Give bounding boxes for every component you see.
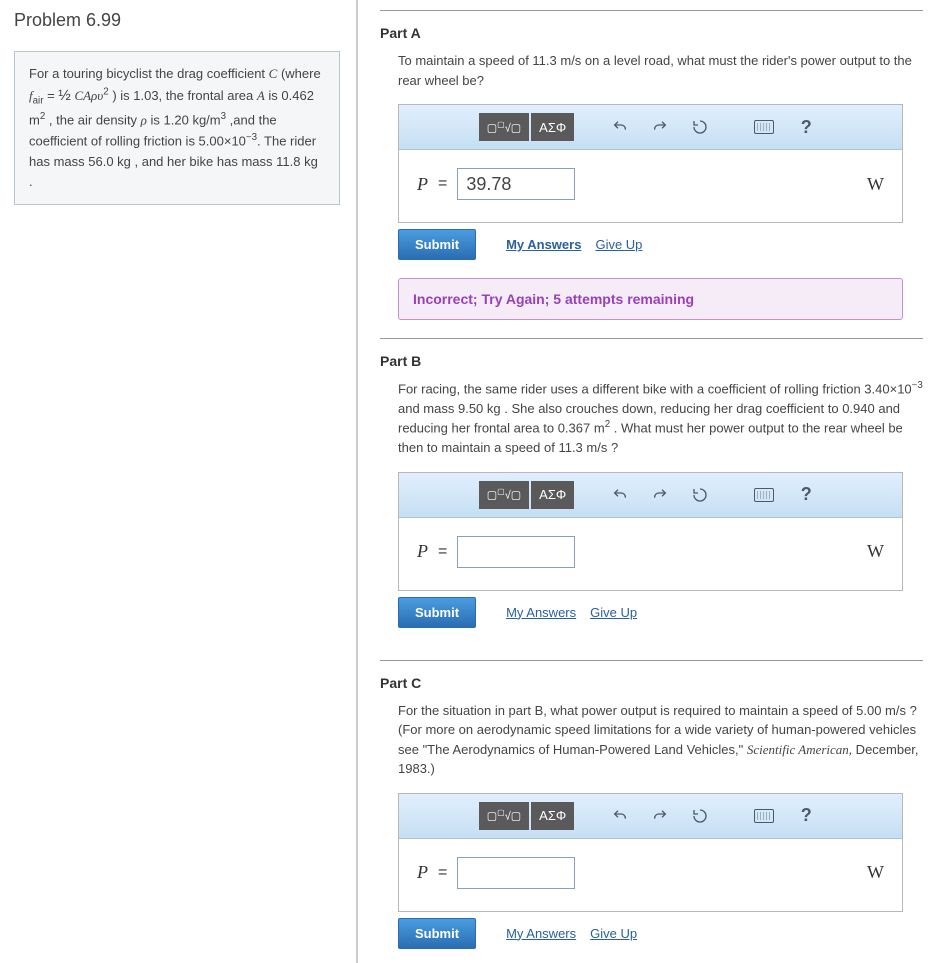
give-up-link[interactable]: Give Up — [590, 926, 637, 941]
answer-row: P = W — [399, 518, 902, 590]
part-prompt: For the situation in part B, what power … — [380, 701, 923, 793]
part-prompt: To maintain a speed of 11.3 m/s on a lev… — [380, 51, 923, 104]
greek-symbols-button[interactable]: ΑΣΦ — [531, 802, 574, 830]
answer-box: ▢▢√▢ ΑΣΦ — [398, 793, 903, 912]
answer-input[interactable] — [457, 857, 575, 889]
keyboard-button[interactable] — [746, 802, 782, 830]
help-button[interactable]: ? — [790, 113, 822, 141]
part-prompt: For racing, the same rider uses a differ… — [380, 379, 923, 472]
my-answers-link[interactable]: My Answers — [506, 605, 576, 620]
problem-statement: For a touring bicyclist the drag coeffic… — [14, 51, 340, 205]
action-row: Submit My Answers Give Up — [380, 229, 923, 274]
keyboard-button[interactable] — [746, 113, 782, 141]
templates-button[interactable]: ▢▢√▢ — [479, 802, 529, 830]
left-column: Problem 6.99 For a touring bicyclist the… — [0, 0, 358, 963]
part-title: Part A — [380, 25, 923, 41]
greek-symbols-button[interactable]: ΑΣΦ — [531, 481, 574, 509]
keyboard-icon — [754, 120, 774, 134]
variable-symbol: P — [417, 862, 428, 883]
action-row: Submit My Answers Give Up — [380, 597, 923, 642]
undo-button[interactable] — [604, 113, 636, 141]
reset-button[interactable] — [684, 113, 716, 141]
equals-sign: = — [438, 543, 447, 561]
keyboard-icon — [754, 809, 774, 823]
answer-box: ▢▢√▢ ΑΣΦ — [398, 104, 903, 223]
templates-button[interactable]: ▢▢√▢ — [479, 481, 529, 509]
answer-input[interactable] — [457, 168, 575, 200]
variable-symbol: P — [417, 541, 428, 562]
equals-sign: = — [438, 864, 447, 882]
unit-label: W — [867, 174, 884, 195]
templates-button[interactable]: ▢▢√▢ — [479, 113, 529, 141]
redo-button[interactable] — [644, 481, 676, 509]
submit-button[interactable]: Submit — [398, 229, 476, 260]
part: Part B For racing, the same rider uses a… — [380, 338, 923, 642]
part-title: Part C — [380, 675, 923, 691]
help-button[interactable]: ? — [790, 481, 822, 509]
submit-button[interactable]: Submit — [398, 597, 476, 628]
undo-button[interactable] — [604, 481, 636, 509]
reset-button[interactable] — [684, 802, 716, 830]
my-answers-link[interactable]: My Answers — [506, 237, 581, 252]
answer-row: P = W — [399, 839, 902, 911]
equation-toolbar: ▢▢√▢ ΑΣΦ — [399, 105, 902, 150]
my-answers-link[interactable]: My Answers — [506, 926, 576, 941]
give-up-link[interactable]: Give Up — [595, 237, 642, 252]
keyboard-icon — [754, 488, 774, 502]
action-row: Submit My Answers Give Up — [380, 918, 923, 963]
part: Part A To maintain a speed of 11.3 m/s o… — [380, 10, 923, 320]
part: Part C For the situation in part B, what… — [380, 660, 923, 963]
unit-label: W — [867, 541, 884, 562]
problem-title: Problem 6.99 — [14, 10, 340, 31]
help-button[interactable]: ? — [790, 802, 822, 830]
part-title: Part B — [380, 353, 923, 369]
redo-button[interactable] — [644, 113, 676, 141]
right-column: Part A To maintain a speed of 11.3 m/s o… — [358, 0, 939, 963]
submit-button[interactable]: Submit — [398, 918, 476, 949]
reset-button[interactable] — [684, 481, 716, 509]
answer-row: P = W — [399, 150, 902, 222]
equation-toolbar: ▢▢√▢ ΑΣΦ — [399, 473, 902, 518]
keyboard-button[interactable] — [746, 481, 782, 509]
equals-sign: = — [438, 175, 447, 193]
variable-symbol: P — [417, 174, 428, 195]
equation-toolbar: ▢▢√▢ ΑΣΦ — [399, 794, 902, 839]
undo-button[interactable] — [604, 802, 636, 830]
unit-label: W — [867, 862, 884, 883]
greek-symbols-button[interactable]: ΑΣΦ — [531, 113, 574, 141]
feedback-message: Incorrect; Try Again; 5 attempts remaini… — [398, 278, 903, 320]
answer-input[interactable] — [457, 536, 575, 568]
give-up-link[interactable]: Give Up — [590, 605, 637, 620]
redo-button[interactable] — [644, 802, 676, 830]
answer-box: ▢▢√▢ ΑΣΦ — [398, 472, 903, 591]
